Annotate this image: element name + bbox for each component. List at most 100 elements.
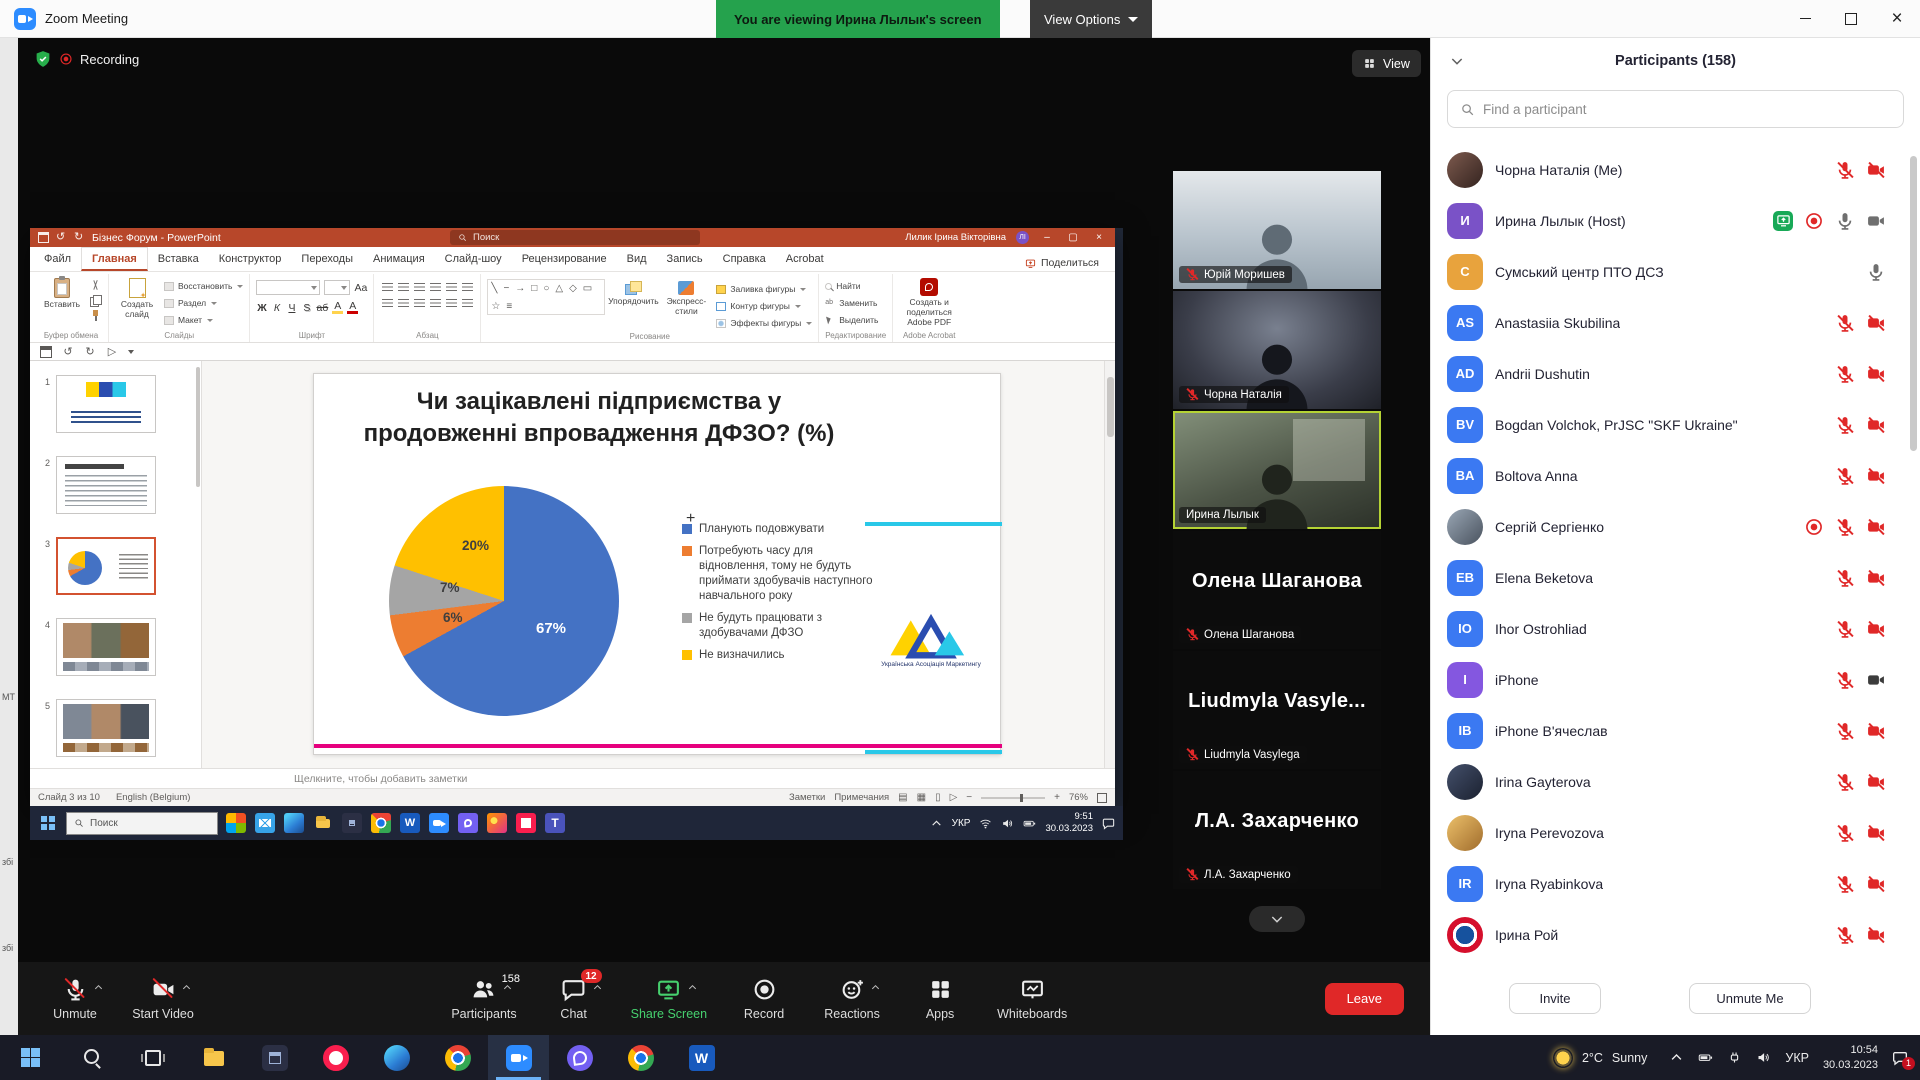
participants-scrollbar[interactable]: [1910, 156, 1917, 451]
participants-button[interactable]: 158 Participants: [451, 976, 516, 1021]
unmute-button[interactable]: Unmute: [44, 976, 106, 1021]
zoom-app-icon: [14, 8, 36, 30]
paragraph-buttons: [380, 276, 474, 310]
viewing-banner: You are viewing Ирина Лылык's screen: [716, 0, 1000, 38]
mic-muted-icon: [1835, 568, 1855, 588]
participant-row[interactable]: И Ирина Лылык (Host): [1431, 195, 1920, 246]
reading-view-icon: [935, 792, 941, 803]
whiteboards-button[interactable]: Whiteboards: [997, 976, 1067, 1021]
store-icon: [342, 813, 362, 833]
participant-row[interactable]: IB iPhone В'ячеслав: [1431, 705, 1920, 756]
slide-thumbnail-panel: 1 2: [30, 361, 202, 768]
reactions-button[interactable]: Reactions: [821, 976, 883, 1021]
video-tile-olena-shahanova[interactable]: Олена Шаганова Олена Шаганова: [1173, 531, 1381, 649]
participant-name: Ihor Ostrohliad: [1495, 621, 1587, 637]
participant-row[interactable]: AD Andrii Dushutin: [1431, 348, 1920, 399]
avatar: [1447, 509, 1483, 545]
participant-search[interactable]: [1447, 90, 1904, 128]
mic-muted-icon: [1186, 628, 1199, 641]
shape-glyph: △: [555, 281, 563, 296]
desktop: Zoom Meeting You are viewing Ирина Лылык…: [0, 0, 1920, 1080]
zoom-app-icon[interactable]: [488, 1035, 549, 1080]
mic-muted-icon: [1835, 313, 1855, 333]
undo-icon: [56, 232, 67, 243]
participant-name: Bogdan Volchok, PrJSC "SKF Ukraine": [1495, 417, 1738, 433]
participant-name: Сергій Сергіенко: [1495, 519, 1604, 535]
apps-button[interactable]: Apps: [909, 976, 971, 1021]
participant-row[interactable]: Irina Gayterova: [1431, 756, 1920, 807]
participant-row[interactable]: IO Ihor Ostrohliad: [1431, 603, 1920, 654]
weather-condition: Sunny: [1612, 1051, 1647, 1065]
video-tile-name-label: Liudmyla Vasylega: [1179, 746, 1307, 763]
more-videos-button[interactable]: [1249, 906, 1305, 932]
participant-row[interactable]: BV Bogdan Volchok, PrJSC "SKF Ukraine": [1431, 399, 1920, 450]
participant-name: Iryna Perevozova: [1495, 825, 1604, 841]
invite-button[interactable]: Invite: [1509, 983, 1601, 1014]
participant-row[interactable]: Ірина Рой: [1431, 909, 1920, 959]
participant-row[interactable]: IR Iryna Ryabinkova: [1431, 858, 1920, 909]
video-tile-yurii-moryshev[interactable]: Юрій Моришев: [1173, 171, 1381, 289]
uam-logo: Українська Асоціація Маркетингу: [879, 612, 983, 668]
avatar: AS: [1447, 305, 1483, 341]
participant-row[interactable]: Сергій Сергіенко: [1431, 501, 1920, 552]
close-button[interactable]: [1874, 0, 1920, 38]
avatar: [1447, 764, 1483, 800]
maximize-button[interactable]: [1828, 0, 1874, 38]
file-explorer-icon[interactable]: [183, 1035, 244, 1080]
view-options-button[interactable]: View Options: [1030, 0, 1152, 38]
hidden-icons-chevron[interactable]: [1669, 1050, 1684, 1065]
select-button: Выделить: [825, 313, 883, 327]
chrome-icon-2[interactable]: [610, 1035, 671, 1080]
thumbnail-scrollbar: [196, 367, 200, 487]
task-view-button[interactable]: [122, 1035, 183, 1080]
notification-center-icon[interactable]: 1: [1892, 1050, 1908, 1066]
collapse-panel-icon[interactable]: [1449, 53, 1465, 69]
leave-button[interactable]: Leave: [1325, 983, 1404, 1015]
word-icon[interactable]: [671, 1035, 732, 1080]
start-button[interactable]: [0, 1035, 61, 1080]
participant-row[interactable]: I iPhone: [1431, 654, 1920, 705]
view-options-label: View Options: [1044, 12, 1120, 27]
unmute-me-button[interactable]: Unmute Me: [1689, 983, 1811, 1014]
record-button[interactable]: Record: [733, 976, 795, 1021]
participant-row[interactable]: AS Anastasiia Skubilina: [1431, 297, 1920, 348]
language-indicator[interactable]: УКР: [1785, 1051, 1809, 1065]
participant-row[interactable]: Чорна Наталія (Me): [1431, 144, 1920, 195]
taskbar-clock[interactable]: 10:54 30.03.2023: [1823, 1043, 1878, 1072]
store-icon[interactable]: [244, 1035, 305, 1080]
viber-icon[interactable]: [549, 1035, 610, 1080]
participant-name: Elena Beketova: [1495, 570, 1593, 586]
battery-icon[interactable]: [1698, 1050, 1713, 1065]
bold-button: Ж: [256, 302, 267, 314]
security-shield-icon: [34, 50, 52, 68]
video-tile-zakharchenko[interactable]: Л.А. Захарченко Л.А. Захарченко: [1173, 771, 1381, 889]
slides-group-label: Слайды: [115, 329, 243, 342]
participant-row[interactable]: EB Elena Beketova: [1431, 552, 1920, 603]
usb-icon[interactable]: [1727, 1050, 1742, 1065]
video-tile-chorna-nataliia[interactable]: Чорна Наталія: [1173, 291, 1381, 409]
start-video-button[interactable]: Start Video: [132, 976, 194, 1021]
mic-muted-icon: [1835, 160, 1855, 180]
participant-row[interactable]: Iryna Perevozova: [1431, 807, 1920, 858]
chat-button[interactable]: 12 Chat: [543, 976, 605, 1021]
weather-widget[interactable]: 2°C Sunny: [1545, 1048, 1655, 1068]
video-tile-iryna-lylyk[interactable]: Ирина Лылык: [1173, 411, 1381, 529]
video-tile-liudmyla-vasylega[interactable]: Liudmyla Vasyle... Liudmyla Vasylega: [1173, 651, 1381, 769]
participant-row[interactable]: C Сумський центр ПТО ДСЗ: [1431, 246, 1920, 297]
windows-taskbar: 2°C Sunny УКР 10:54 30.03.2023 1: [0, 1035, 1920, 1080]
slide-accent-line-2: [865, 750, 1002, 754]
speaker-icon[interactable]: [1756, 1050, 1771, 1065]
opera-icon[interactable]: [305, 1035, 366, 1080]
ppt-ribbon: Вставить Буфер обмена: [30, 272, 1115, 343]
minimize-button[interactable]: [1782, 0, 1828, 38]
taskbar-search-button[interactable]: [61, 1035, 122, 1080]
view-layout-button[interactable]: View: [1352, 50, 1421, 77]
ppt-search-box: Поиск: [450, 230, 700, 245]
edge-icon[interactable]: [366, 1035, 427, 1080]
avatar: I: [1447, 662, 1483, 698]
participant-search-input[interactable]: [1483, 102, 1891, 117]
slide-bottom-line: [314, 744, 1002, 748]
chrome-icon[interactable]: [427, 1035, 488, 1080]
share-screen-button[interactable]: Share Screen: [631, 976, 707, 1021]
participant-row[interactable]: BA Boltova Anna: [1431, 450, 1920, 501]
